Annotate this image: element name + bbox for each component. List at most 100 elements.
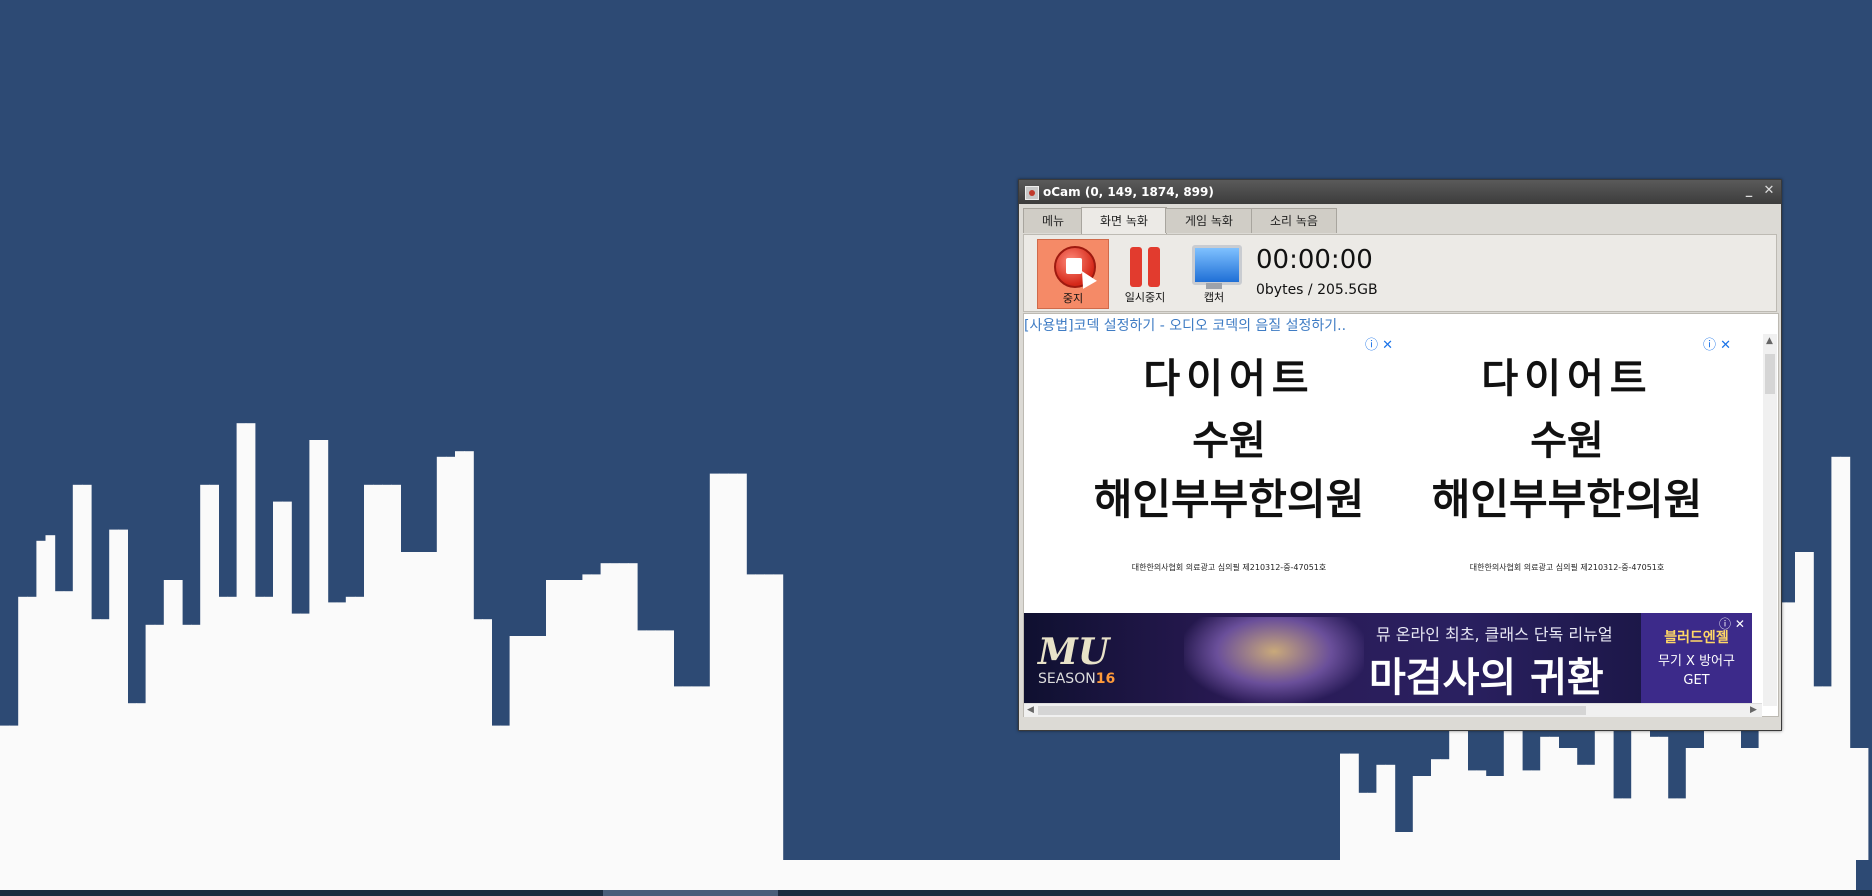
capture-button[interactable]: 캡처 <box>1179 239 1249 307</box>
scroll-up-icon[interactable]: ▲ <box>1766 336 1773 346</box>
spectrum-bar <box>1822 686 1832 860</box>
spectrum-bar <box>618 563 629 860</box>
tab-screen-record[interactable]: 화면 녹화 <box>1081 207 1167 234</box>
spectrum-bar <box>391 484 401 860</box>
spectrum-bar <box>0 725 10 860</box>
spectrum-bar <box>172 580 183 860</box>
spectrum-bar <box>746 574 756 860</box>
spectrum-bar <box>327 602 338 860</box>
ad-line2: 수원 <box>1192 417 1266 464</box>
ad-line2: 수원 <box>1530 417 1604 464</box>
spectrum-bar <box>1603 720 1614 860</box>
ad-close-icon[interactable]: ⓘ ✕ <box>1703 334 1731 353</box>
minimize-button[interactable]: _ <box>1741 183 1757 199</box>
spectrum-bar <box>1795 552 1805 860</box>
spectrum-bar <box>1667 798 1678 860</box>
spectrum-bar <box>609 563 620 860</box>
spectrum-bar <box>655 630 665 860</box>
ad-disclaimer: 대한한의사협회 의료광고 심의필 제210312-중-47051호 <box>1131 563 1327 572</box>
vertical-scrollbar[interactable]: ▲ <box>1763 334 1777 706</box>
spectrum-bar <box>473 619 483 860</box>
spectrum-bar <box>764 574 775 860</box>
spectrum-bar <box>364 484 374 860</box>
spectrum-bar <box>1431 759 1441 860</box>
spectrum-bar <box>45 535 56 860</box>
spectrum-bar <box>755 574 765 860</box>
spectrum-bar <box>1785 602 1796 860</box>
spectrum-bar <box>18 596 28 860</box>
banner-season: SEASON16 <box>1038 671 1115 687</box>
spectrum-bar <box>682 686 693 860</box>
spectrum-bar <box>1649 736 1660 860</box>
spectrum-bar <box>1840 456 1851 860</box>
season-text: SEASON <box>1038 671 1096 687</box>
spectrum-bar <box>63 591 74 860</box>
spectrum-bar <box>728 473 738 860</box>
spectrum-bar <box>573 580 583 860</box>
scroll-thumb[interactable] <box>1765 354 1775 394</box>
spectrum-bar <box>1376 764 1387 860</box>
pause-icon-bar <box>1148 247 1160 287</box>
ad-close-icon[interactable]: ⓘ ✕ <box>1365 334 1393 353</box>
spectrum-bar <box>236 423 247 860</box>
scroll-right-icon[interactable]: ▶ <box>1750 705 1757 715</box>
spectrum-bar <box>1421 776 1432 860</box>
tab-game-record[interactable]: 게임 녹화 <box>1165 208 1253 233</box>
spectrum-bar <box>81 484 92 860</box>
spectrum-bar <box>1585 764 1596 860</box>
ad-right[interactable]: 다이어트 수원 해인부부한의원 대한한의사협회 의료광고 심의필 제210312… <box>1417 336 1747 576</box>
spectrum-bar <box>191 624 201 860</box>
spectrum-bar <box>1458 725 1468 860</box>
taskbar-item[interactable] <box>603 890 778 896</box>
spectrum-bar <box>1813 686 1823 860</box>
spectrum-bar <box>1349 753 1359 860</box>
title-bar[interactable]: oCam (0, 149, 1874, 899) _ ✕ <box>1019 180 1781 204</box>
spectrum-bar <box>200 484 210 860</box>
tab-sound-record[interactable]: 소리 녹음 <box>1251 208 1337 233</box>
spectrum-bar <box>282 501 292 860</box>
spectrum-bar <box>127 703 138 860</box>
taskbar <box>0 890 1872 896</box>
banner-close-icon[interactable]: ⓘ ✕ <box>1719 615 1745 632</box>
scroll-left-icon[interactable]: ◀ <box>1027 705 1034 715</box>
tab-menu[interactable]: 메뉴 <box>1023 208 1083 233</box>
close-button[interactable]: ✕ <box>1761 183 1777 199</box>
pause-button[interactable]: 일시중지 <box>1110 239 1180 307</box>
ad-left[interactable]: 다이어트 수원 해인부부한의원 대한한의사협회 의료광고 심의필 제210312… <box>1079 336 1409 576</box>
spectrum-bar <box>1412 776 1423 860</box>
spectrum-bar <box>527 636 538 860</box>
game-banner-ad[interactable]: MU SEASON16 뮤 온라인 최초, 클래스 단독 리뉴얼 마검사의 귀환… <box>1024 613 1752 703</box>
help-link[interactable]: [사용법]코덱 설정하기 - 오디오 코덱의 음질 설정하기.. <box>1024 315 1346 335</box>
spectrum-bar <box>1440 759 1450 860</box>
spectrum-bar <box>445 456 456 860</box>
spectrum-bar <box>773 574 784 860</box>
spectrum-bar <box>209 484 219 860</box>
spectrum-bar <box>145 624 156 860</box>
spectrum-bar <box>1685 748 1696 860</box>
spectrum-bar <box>555 580 565 860</box>
ad-panel: [사용법]코덱 설정하기 - 오디오 코덱의 음질 설정하기.. 다이어트 수원… <box>1023 313 1779 717</box>
spectrum-bar <box>27 596 37 860</box>
spectrum-bar <box>591 574 602 860</box>
record-timer: 00:00:00 <box>1256 245 1373 275</box>
horizontal-scrollbar[interactable]: ◀ ▶ <box>1024 703 1762 717</box>
spectrum-bar <box>1540 736 1550 860</box>
stop-label: 중지 <box>1062 292 1084 305</box>
spectrum-bar <box>1658 736 1669 860</box>
spectrum-bar <box>1494 776 1505 860</box>
stop-button[interactable]: 중지 <box>1037 239 1109 309</box>
spectrum-bar <box>1340 753 1350 860</box>
ad-line3: 해인부부한의원 <box>1431 475 1703 524</box>
scroll-thumb[interactable] <box>1038 706 1586 715</box>
spectrum-bar <box>163 580 174 860</box>
spectrum-bar <box>227 596 238 860</box>
spectrum-bar <box>245 423 256 860</box>
spectrum-bar <box>100 619 110 860</box>
toolbar: 중지 일시중지 캡처 00:00:00 0bytes / 205.5GB <box>1023 234 1777 312</box>
spectrum-bar <box>36 540 47 860</box>
spectrum-bar <box>455 451 465 860</box>
window-title: oCam (0, 149, 1874, 899) <box>1043 185 1214 199</box>
spectrum-bar <box>1449 725 1459 860</box>
pause-icon <box>1130 247 1142 287</box>
spectrum-bar <box>318 440 329 860</box>
